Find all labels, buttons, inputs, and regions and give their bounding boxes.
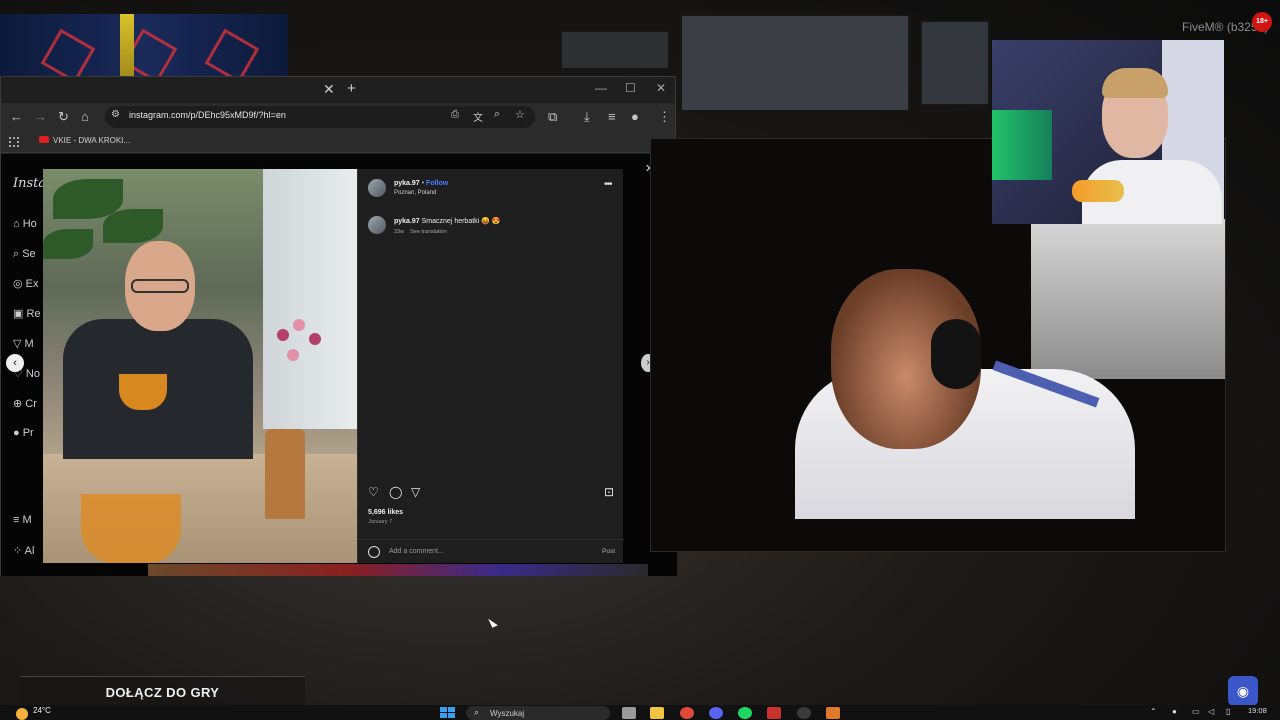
reload-icon[interactable]: ↻ [58, 109, 69, 125]
browser-toolbar: ← → ↻ ⌂ ⚙ instagram.com/p/DEhc95xMD9f/?h… [1, 103, 675, 131]
back-icon[interactable]: ← [10, 109, 23, 124]
create-nav-icon[interactable]: ⊕ Cr [13, 397, 37, 410]
post-actions: ♡ ◯ ▽ ⊡ [368, 485, 618, 501]
headset [931, 319, 981, 389]
author-avatar[interactable] [368, 179, 386, 197]
profile-nav-icon[interactable]: ● Pr [13, 427, 34, 439]
new-tab-icon[interactable]: + [347, 80, 356, 97]
profile-avatar-icon[interactable]: ● [631, 109, 639, 124]
instagram-logo[interactable]: Insta [13, 176, 46, 191]
caption-avatar[interactable] [368, 216, 386, 234]
download-icon[interactable]: ⤓ [584, 109, 590, 125]
browser-window: ✕ + — ☐ ✕ ← → ↻ ⌂ ⚙ instagram.com/p/DEhc… [0, 76, 677, 576]
start-icon[interactable] [440, 707, 456, 719]
tab-strip: ✕ + — ☐ ✕ [1, 77, 675, 103]
caption-meta: 33w See translation [394, 229, 453, 235]
discord-icon[interactable]: ◉ [1228, 676, 1258, 706]
maximize-icon[interactable]: ☐ [625, 81, 636, 95]
site-info-icon[interactable]: ⚙ [111, 109, 120, 120]
task-view-icon[interactable] [622, 707, 636, 719]
menu-kebab-icon[interactable]: ⋮ [658, 109, 671, 125]
post-comment-button[interactable]: Post [602, 548, 615, 555]
weather-icon[interactable] [16, 708, 28, 720]
close-tab-icon[interactable]: ✕ [323, 81, 335, 98]
weather-temperature[interactable]: 24°C [33, 706, 51, 715]
instagram-page: Insta ⌂ Ho ⌕ Se ◎ Ex ▣ Re ▽ M ♡ No ⊕ Cr … [1, 154, 677, 576]
address-bar[interactable]: ⚙ instagram.com/p/DEhc95xMD9f/?hl=en ⎙ 文… [105, 106, 535, 128]
network-icon[interactable]: ▭ [1192, 707, 1200, 716]
battery-icon[interactable]: ▯ [1226, 707, 1230, 716]
comment-icon[interactable]: ◯ [389, 485, 402, 499]
reading-list-icon[interactable]: ≡ [608, 109, 616, 124]
obs-icon[interactable] [797, 707, 811, 719]
comment-box: Add a comment... Post [358, 539, 624, 563]
translate-icon[interactable]: 文 [473, 109, 483, 124]
search-label: Wyszukaj [490, 709, 525, 718]
forward-icon[interactable]: → [34, 109, 47, 124]
join-game-button[interactable]: DOŁĄCZ DO GRY [20, 676, 305, 706]
explore-nav-icon[interactable]: ◎ Ex [13, 277, 39, 290]
likes-count[interactable]: 5,696 likes [368, 509, 403, 516]
more-options-icon[interactable]: ••• [604, 179, 612, 190]
background-monitor [680, 14, 910, 112]
microphone [1072, 180, 1124, 202]
caption-username[interactable]: pyka.97 [394, 218, 420, 225]
post-photo[interactable] [43, 169, 357, 563]
see-translation-link[interactable]: See translation [410, 229, 447, 235]
spotify-icon[interactable] [738, 707, 752, 719]
chrome-icon[interactable] [680, 707, 694, 719]
save-icon[interactable]: ⊡ [604, 485, 614, 499]
caption-text: Smacznej herbatki 😝 😍 [421, 218, 501, 225]
desktop: FiveM® (b3258) 18+ ✕ + — ☐ ✕ ← → ↻ ⌂ ⚙ i… [0, 0, 1280, 720]
post-location[interactable]: Poznan, Poland [394, 190, 436, 196]
author-username[interactable]: pyka.97 [394, 180, 420, 187]
messages-nav-icon[interactable]: ▽ M [13, 337, 34, 350]
file-explorer-icon[interactable] [650, 707, 664, 719]
also-from-meta-icon[interactable]: ⁘ Al [13, 544, 34, 557]
post-date: January 7 [368, 519, 393, 525]
reels-nav-icon[interactable]: ▣ Re [13, 307, 41, 320]
install-app-icon[interactable]: ⎙ [451, 109, 459, 120]
search-icon: ⌕ [474, 707, 480, 717]
search-nav-icon[interactable]: ⌕ Se [13, 248, 36, 261]
youtube-icon [39, 136, 49, 143]
home-nav-icon[interactable]: ⌂ Ho [13, 218, 37, 230]
age-badge: 18+ [1252, 12, 1272, 32]
follow-button[interactable]: Follow [426, 180, 448, 187]
background-monitor [920, 20, 990, 106]
more-nav-icon[interactable]: ≡ M [13, 514, 32, 526]
taskbar-search[interactable]: ⌕ Wyszukaj [466, 706, 610, 720]
share-icon[interactable]: ▽ [411, 485, 420, 499]
close-window-icon[interactable]: ✕ [656, 81, 666, 95]
minimize-icon[interactable]: — [595, 81, 607, 95]
guest-webcam [992, 40, 1224, 224]
bookmark-star-icon[interactable]: ☆ [515, 108, 525, 121]
post-header: pyka.97 • Follow [394, 180, 449, 187]
extensions-icon[interactable]: ⧉ [548, 109, 557, 125]
zoom-icon[interactable]: ⌕ [494, 108, 500, 121]
discord-taskbar-icon[interactable] [709, 707, 723, 719]
caption-age: 33w [394, 229, 405, 235]
url-text: instagram.com/p/DEhc95xMD9f/?hl=en [129, 110, 286, 120]
post-caption: pyka.97 Smacznej herbatki 😝 😍 [394, 217, 501, 225]
background-monitor [560, 30, 670, 70]
volume-icon[interactable]: ◁ [1208, 707, 1214, 716]
home-icon[interactable]: ⌂ [81, 109, 89, 124]
taskbar: 24°C ⌕ Wyszukaj ⌃ ● ▭ ◁ ▯ 19:08 [0, 705, 1280, 720]
like-icon[interactable]: ♡ [368, 485, 379, 499]
taskbar-clock[interactable]: 19:08 [1248, 706, 1267, 715]
emoji-icon[interactable] [368, 546, 380, 558]
post-details-panel: pyka.97 • Follow Poznan, Poland ••• pyka… [357, 169, 624, 563]
comment-input[interactable]: Add a comment... [389, 548, 444, 555]
bookmarks-bar: VKIE - DWA KROKI... [1, 131, 675, 153]
apps-grid-icon[interactable] [9, 137, 19, 147]
mouse-cursor [488, 616, 498, 628]
fivem-icon[interactable] [826, 707, 840, 719]
bookmark-item[interactable]: VKIE - DWA KROKI... [39, 136, 130, 145]
streaming-app-icon[interactable] [767, 707, 781, 719]
previous-post-icon[interactable]: ‹ [6, 354, 24, 372]
microphone-tray-icon[interactable]: ● [1172, 707, 1177, 716]
tray-chevron-icon[interactable]: ⌃ [1150, 707, 1157, 716]
background-strip [148, 564, 648, 576]
